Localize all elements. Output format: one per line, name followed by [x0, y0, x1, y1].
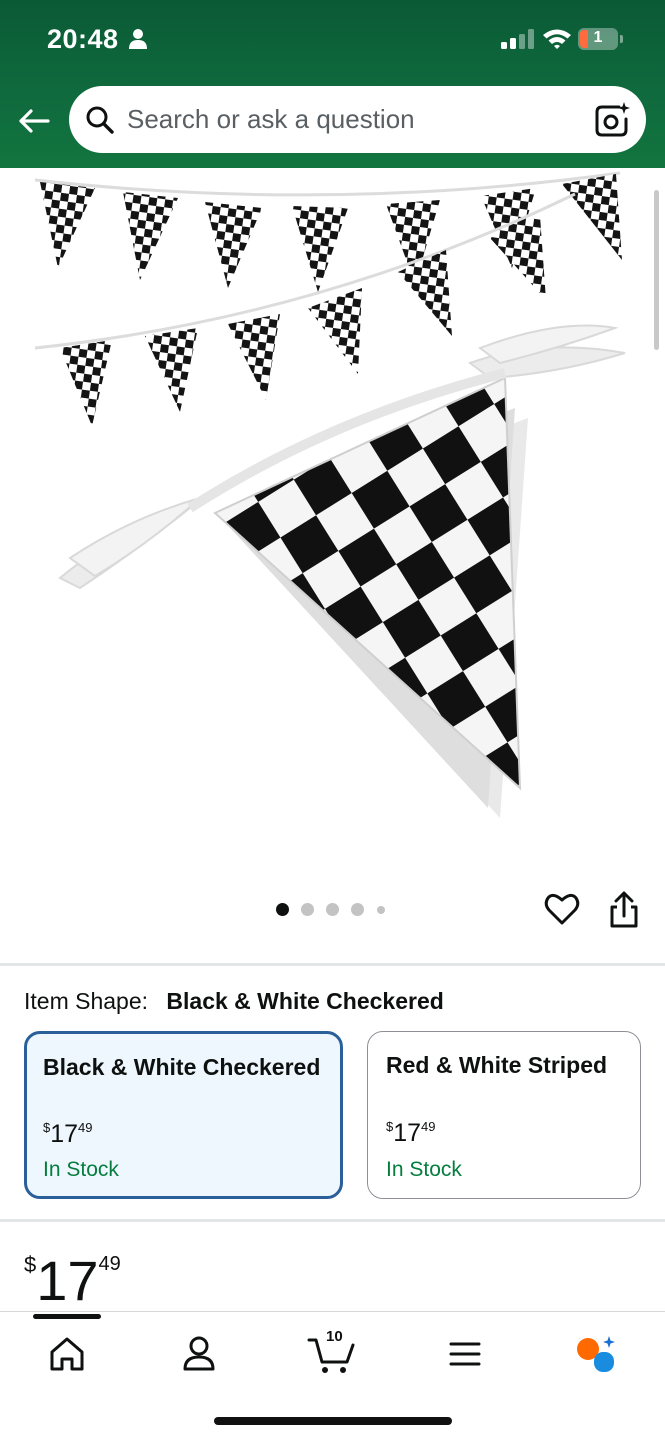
- variant-name: Red & White Striped: [386, 1052, 608, 1078]
- search-input[interactable]: Search or ask a question: [127, 104, 415, 135]
- cellular-signal-icon: [501, 29, 534, 49]
- status-bar: 20:48 1: [0, 0, 665, 80]
- active-tab-indicator: [33, 1314, 101, 1319]
- pagination-dot[interactable]: [351, 903, 364, 916]
- cart-count-badge: 10: [326, 1328, 343, 1345]
- cart-button[interactable]: 10: [307, 1328, 359, 1376]
- account-icon[interactable]: [174, 1332, 224, 1376]
- header: 20:48 1 Search or ask a question: [0, 0, 665, 168]
- share-icon[interactable]: [606, 890, 642, 930]
- home-icon[interactable]: [42, 1332, 92, 1376]
- home-indicator: [214, 1417, 452, 1425]
- variant-option-selected[interactable]: Black & White Checkered $1749 In Stock: [24, 1031, 343, 1199]
- variant-price: $1749: [386, 1119, 436, 1147]
- pagination-dot[interactable]: [377, 906, 385, 914]
- heart-icon[interactable]: [543, 890, 581, 928]
- rufus-assistant-icon[interactable]: [572, 1332, 622, 1376]
- battery-indicator: 1: [578, 28, 624, 50]
- variant-stock-status: In Stock: [386, 1158, 462, 1181]
- search-icon: [86, 106, 114, 134]
- item-shape-row: Item Shape: Black & White Checkered: [24, 988, 444, 1015]
- variant-stock-status: In Stock: [43, 1158, 119, 1181]
- variant-price: $1749: [43, 1120, 93, 1148]
- section-divider: [0, 963, 665, 966]
- pagination-dot[interactable]: [326, 903, 339, 916]
- search-bar[interactable]: Search or ask a question: [69, 86, 646, 153]
- item-shape-value: Black & White Checkered: [166, 988, 444, 1014]
- product-price: $1749: [24, 1249, 121, 1312]
- product-image[interactable]: [0, 168, 665, 878]
- back-arrow-icon[interactable]: [16, 104, 52, 140]
- status-time: 20:48: [47, 24, 119, 54]
- wifi-icon: [543, 29, 571, 49]
- person-icon: [129, 29, 147, 49]
- image-scroll-indicator: [654, 190, 659, 350]
- item-shape-label: Item Shape:: [24, 988, 149, 1014]
- variant-name: Black & White Checkered: [43, 1054, 321, 1080]
- section-divider: [0, 1219, 665, 1222]
- camera-lens-icon[interactable]: [594, 101, 630, 137]
- checkered-pennant-banner-image: [34, 171, 626, 818]
- pagination-dot-active[interactable]: [276, 903, 289, 916]
- variant-option[interactable]: Red & White Striped $1749 In Stock: [367, 1031, 641, 1199]
- battery-level: 1: [593, 29, 603, 46]
- menu-icon[interactable]: [440, 1332, 490, 1376]
- pagination-dot[interactable]: [301, 903, 314, 916]
